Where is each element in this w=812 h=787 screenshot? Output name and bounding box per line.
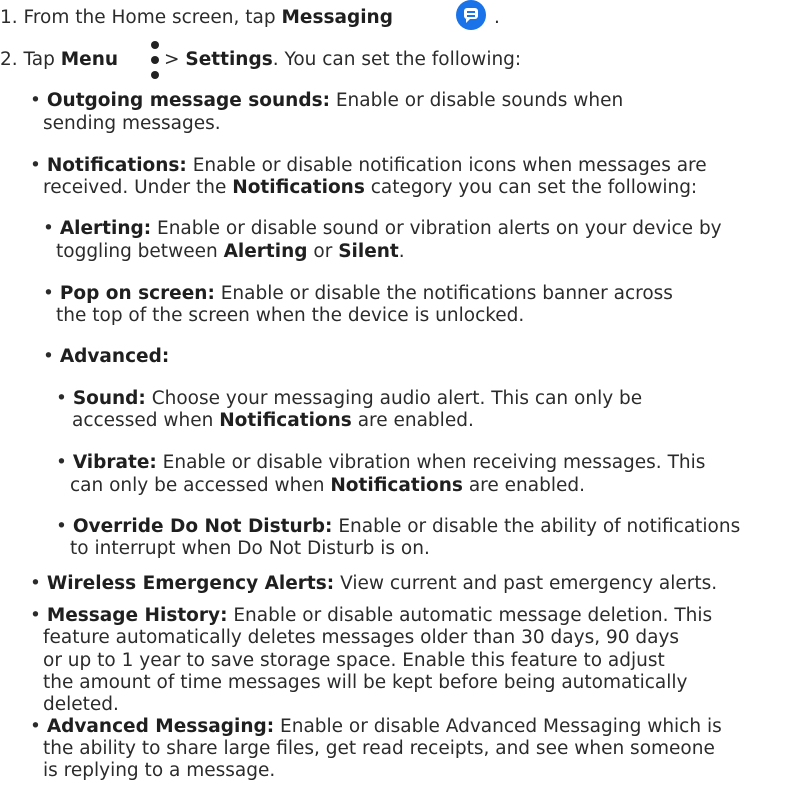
item-advanced-messaging-l3: is replying to a message. — [43, 760, 276, 781]
item-alerting-cont: toggling between Alerting or Silent. — [56, 240, 405, 262]
item-override-dnd: • Override Do Not Disturb: Enable or dis… — [56, 515, 741, 537]
messaging-app-icon — [456, 0, 486, 30]
item-vibrate-cont: can only be accessed when Notifications … — [70, 474, 585, 496]
item-advanced: • Advanced: — [43, 346, 170, 368]
item-sound: • Sound: Choose your messaging audio ale… — [56, 387, 643, 409]
item-notifications: • Notifications: Enable or disable notif… — [30, 154, 707, 176]
item-vibrate: • Vibrate: Enable or disable vibration w… — [56, 452, 706, 474]
item-notifications-cont: received. Under the Notifications catego… — [43, 176, 698, 198]
item-pop-on-screen-cont: the top of the screen when the device is… — [56, 305, 525, 326]
step-1-period: . — [494, 6, 500, 28]
step-2: 2. Tap Menu — [0, 48, 119, 70]
vertical-ellipsis-menu-icon — [150, 40, 160, 81]
item-sound-cont: accessed when Notifications are enabled. — [72, 410, 474, 431]
item-message-history-l5: deleted. — [43, 693, 119, 715]
item-advanced-messaging-l2: the ability to share large files, get re… — [43, 737, 715, 759]
item-override-dnd-cont: to interrupt when Do Not Disturb is on. — [70, 538, 430, 559]
item-wireless-emergency-alerts: • Wireless Emergency Alerts: View curren… — [30, 573, 718, 594]
item-advanced-messaging: • Advanced Messaging: Enable or disable … — [30, 715, 722, 737]
item-message-history: • Message History: Enable or disable aut… — [30, 605, 713, 627]
item-outgoing-sounds: • Outgoing message sounds: Enable or dis… — [30, 90, 624, 112]
item-message-history-l3: or up to 1 year to save storage space. E… — [43, 649, 665, 671]
item-pop-on-screen: • Pop on screen: Enable or disable the n… — [43, 282, 673, 304]
step-1: 1. From the Home screen, tap Messaging — [0, 6, 393, 28]
item-message-history-l4: the amount of time messages will be kept… — [43, 671, 688, 693]
item-outgoing-sounds-cont: sending messages. — [43, 112, 221, 134]
item-message-history-l2: feature automatically deletes messages o… — [43, 627, 680, 649]
step-2-settings: > Settings. You can set the following: — [164, 48, 522, 70]
item-alerting: • Alerting: Enable or disable sound or v… — [43, 218, 722, 240]
